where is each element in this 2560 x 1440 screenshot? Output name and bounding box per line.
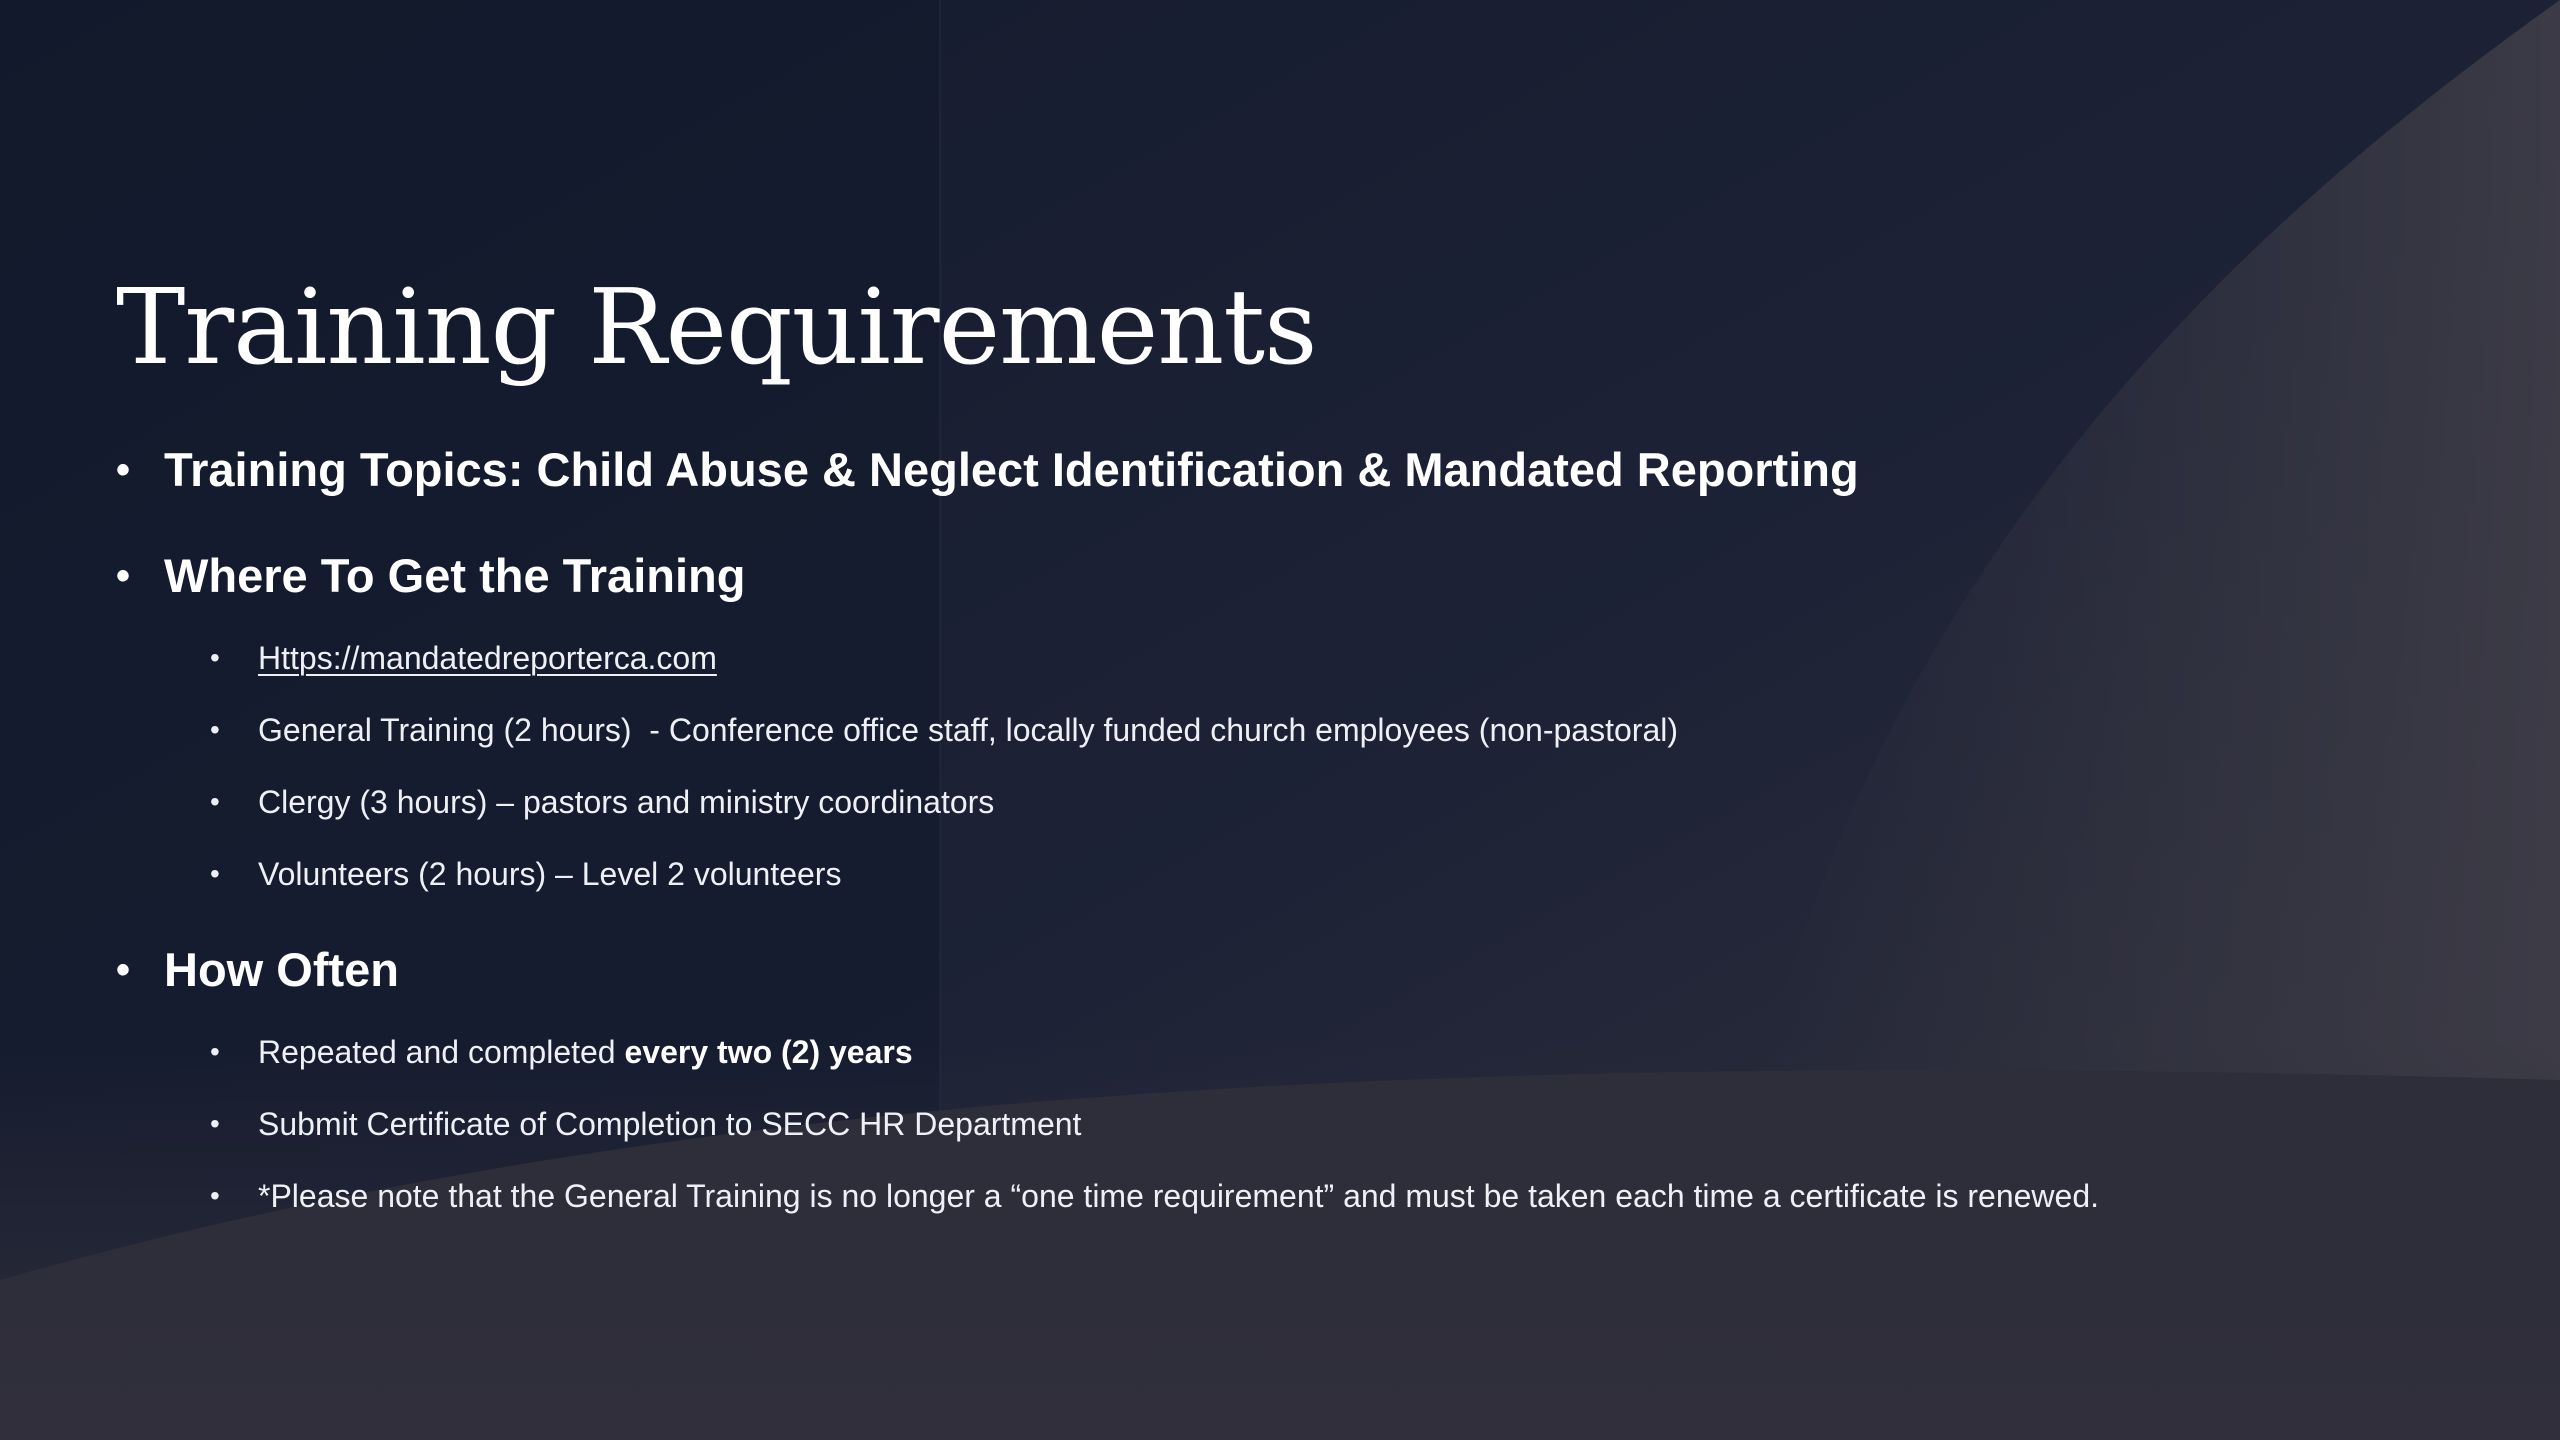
bullet-dot: • [210,714,220,745]
training-topics-text: Training Topics: Child Abuse & Neglect I… [164,443,1859,496]
general-training-note-text: *Please note that the General Training i… [258,1178,2100,1214]
bullet-dot: • [210,858,220,889]
general-training-text: General Training (2 hours) - Conference … [258,712,1678,748]
volunteers-text: Volunteers (2 hours) – Level 2 volunteer… [258,856,842,892]
repeated-bold: every two (2) years [624,1034,913,1070]
bullet-dot: • [210,1036,220,1067]
repeated-prefix: Repeated and completed [258,1034,625,1070]
where-heading-text: Where To Get the Training [164,549,746,602]
repeated-text: Repeated and completed every two (2) yea… [258,1030,913,1074]
bullet-dot: • [210,1180,220,1211]
bullet-dot: • [210,786,220,817]
mandated-reporter-link[interactable]: Https://mandatedreporterca.com [258,636,717,680]
slide-title: Training Requirements [116,266,1317,388]
bullet-dot: • [116,948,131,992]
slide: Training Requirements • Training Topics:… [0,0,2560,1440]
how-often-heading-text: How Often [164,943,399,996]
bullet-dot: • [116,554,131,598]
submit-certificate-text: Submit Certificate of Completion to SECC… [258,1106,1082,1142]
clergy-text: Clergy (3 hours) – pastors and ministry … [258,784,995,820]
bullet-dot: • [116,448,131,492]
bullet-dot: • [210,642,220,673]
bullet-dot: • [210,1108,220,1139]
